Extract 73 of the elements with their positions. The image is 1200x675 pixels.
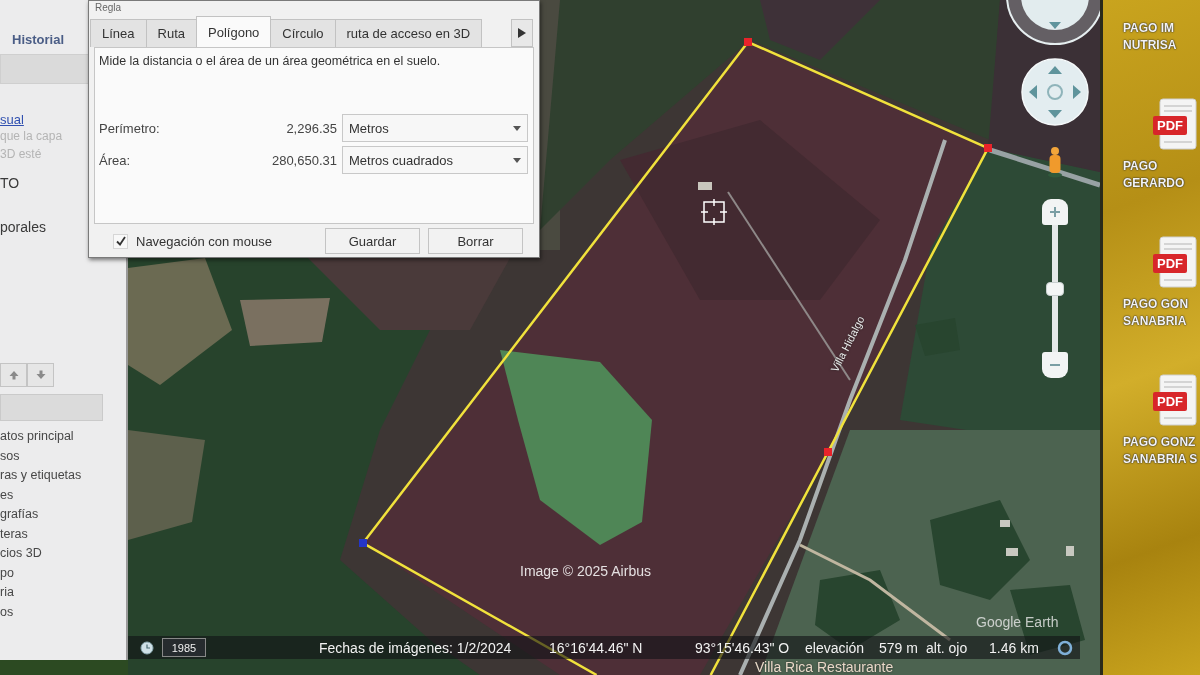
- pan-control[interactable]: [1021, 58, 1089, 126]
- caret-down-icon: [513, 125, 521, 131]
- imagery-date-text: Fechas de imágenes: 1/2/2024: [319, 639, 513, 656]
- link[interactable]: sual: [0, 112, 24, 127]
- sidebar-text: TO: [0, 175, 20, 191]
- look-control[interactable]: [1005, 0, 1100, 46]
- field-label: Área:: [99, 152, 132, 168]
- up-arrow-icon: [8, 370, 19, 380]
- eye-altitude-label: alt. ojo: [926, 639, 969, 656]
- logo-text: Google Earth: [976, 614, 1059, 630]
- tab[interactable]: ruta de acceso en 3D: [334, 19, 483, 47]
- building-icon: [1066, 546, 1074, 556]
- file-type-badge: PDF: [1153, 254, 1187, 273]
- layer-item[interactable]: sos: [0, 446, 20, 466]
- zoom-out-button[interactable]: [1042, 352, 1068, 378]
- elevation-value: 579 m: [879, 639, 919, 656]
- move-up-button[interactable]: [0, 363, 27, 387]
- layer-item[interactable]: os: [0, 602, 14, 622]
- description-text: Mide la distancia o el área de un área geométrica en el suelo.: [99, 54, 441, 68]
- vertex-marker-icon[interactable]: [744, 38, 752, 46]
- dialog-title: Regla: [95, 1, 122, 14]
- attribution-text: Image © 2025 Airbus: [520, 563, 651, 579]
- tab-scroll-button[interactable]: [511, 19, 533, 47]
- vertex-marker-icon[interactable]: [984, 144, 992, 152]
- building-icon: [1006, 548, 1018, 556]
- tab[interactable]: Ruta: [145, 19, 197, 47]
- save-button[interactable]: Guardar: [325, 228, 420, 255]
- down-arrow-icon: [35, 370, 46, 380]
- check-icon: [115, 236, 126, 247]
- layer-item[interactable]: atos principal: [0, 427, 74, 447]
- vertex-marker-icon[interactable]: [824, 448, 832, 456]
- layer-item[interactable]: es: [0, 485, 14, 505]
- crosshair-icon: [701, 199, 727, 225]
- building-icon: [1000, 520, 1010, 527]
- hint-text: 3D esté: [0, 146, 42, 163]
- eye-altitude-value: 1.46 km: [989, 639, 1040, 656]
- measurement-value: 280,650.31: [270, 152, 337, 168]
- plus-icon: [1049, 206, 1061, 218]
- layer-item[interactable]: ras y etiquetas: [0, 466, 82, 486]
- historical-imagery-button[interactable]: 1985: [162, 638, 206, 657]
- unit-dropdown[interactable]: Metros: [342, 114, 528, 142]
- vertex-marker-icon[interactable]: [359, 539, 367, 547]
- ring-icon: [1057, 639, 1073, 656]
- building-icon: [698, 182, 712, 190]
- tab[interactable]: Polígono: [196, 16, 272, 47]
- move-down-button[interactable]: [27, 363, 54, 387]
- file-type-badge: PDF: [1153, 392, 1187, 411]
- unit-dropdown[interactable]: Metros cuadrados: [342, 146, 528, 174]
- layer-item[interactable]: po: [0, 563, 14, 583]
- clear-button[interactable]: Borrar: [428, 228, 523, 255]
- field-label: Perímetro:: [99, 120, 161, 136]
- file-type-badge: PDF: [1153, 116, 1187, 135]
- sidebar-text: porales: [0, 219, 46, 235]
- right-triangle-icon: [518, 28, 526, 38]
- caret-down-icon: [513, 157, 521, 163]
- latitude-text: 16°16'44.46" N: [549, 639, 644, 656]
- pegman-icon[interactable]: [1047, 146, 1063, 178]
- zoom-in-button[interactable]: [1042, 199, 1068, 225]
- measurement-value: 2,296.35: [285, 120, 337, 136]
- elevation-label: elevación: [805, 639, 866, 656]
- layer-item[interactable]: teras: [0, 524, 28, 544]
- sidebar-tab[interactable]: Historial: [12, 32, 64, 47]
- layer-item[interactable]: cios 3D: [0, 544, 42, 564]
- layer-item[interactable]: ria: [0, 583, 14, 603]
- longitude-text: 93°15'46.43" O: [695, 639, 791, 656]
- checkbox-label[interactable]: Navegación con mouse: [136, 233, 272, 249]
- tab[interactable]: Línea: [90, 19, 147, 47]
- place-label: Villa Rica Restaurante: [755, 659, 894, 675]
- clock-icon[interactable]: [140, 640, 154, 655]
- mouse-navigation-checkbox[interactable]: [113, 233, 128, 249]
- layer-item[interactable]: grafías: [0, 505, 39, 525]
- tab[interactable]: Círculo: [270, 19, 336, 47]
- hint-text: que la capa: [0, 128, 63, 145]
